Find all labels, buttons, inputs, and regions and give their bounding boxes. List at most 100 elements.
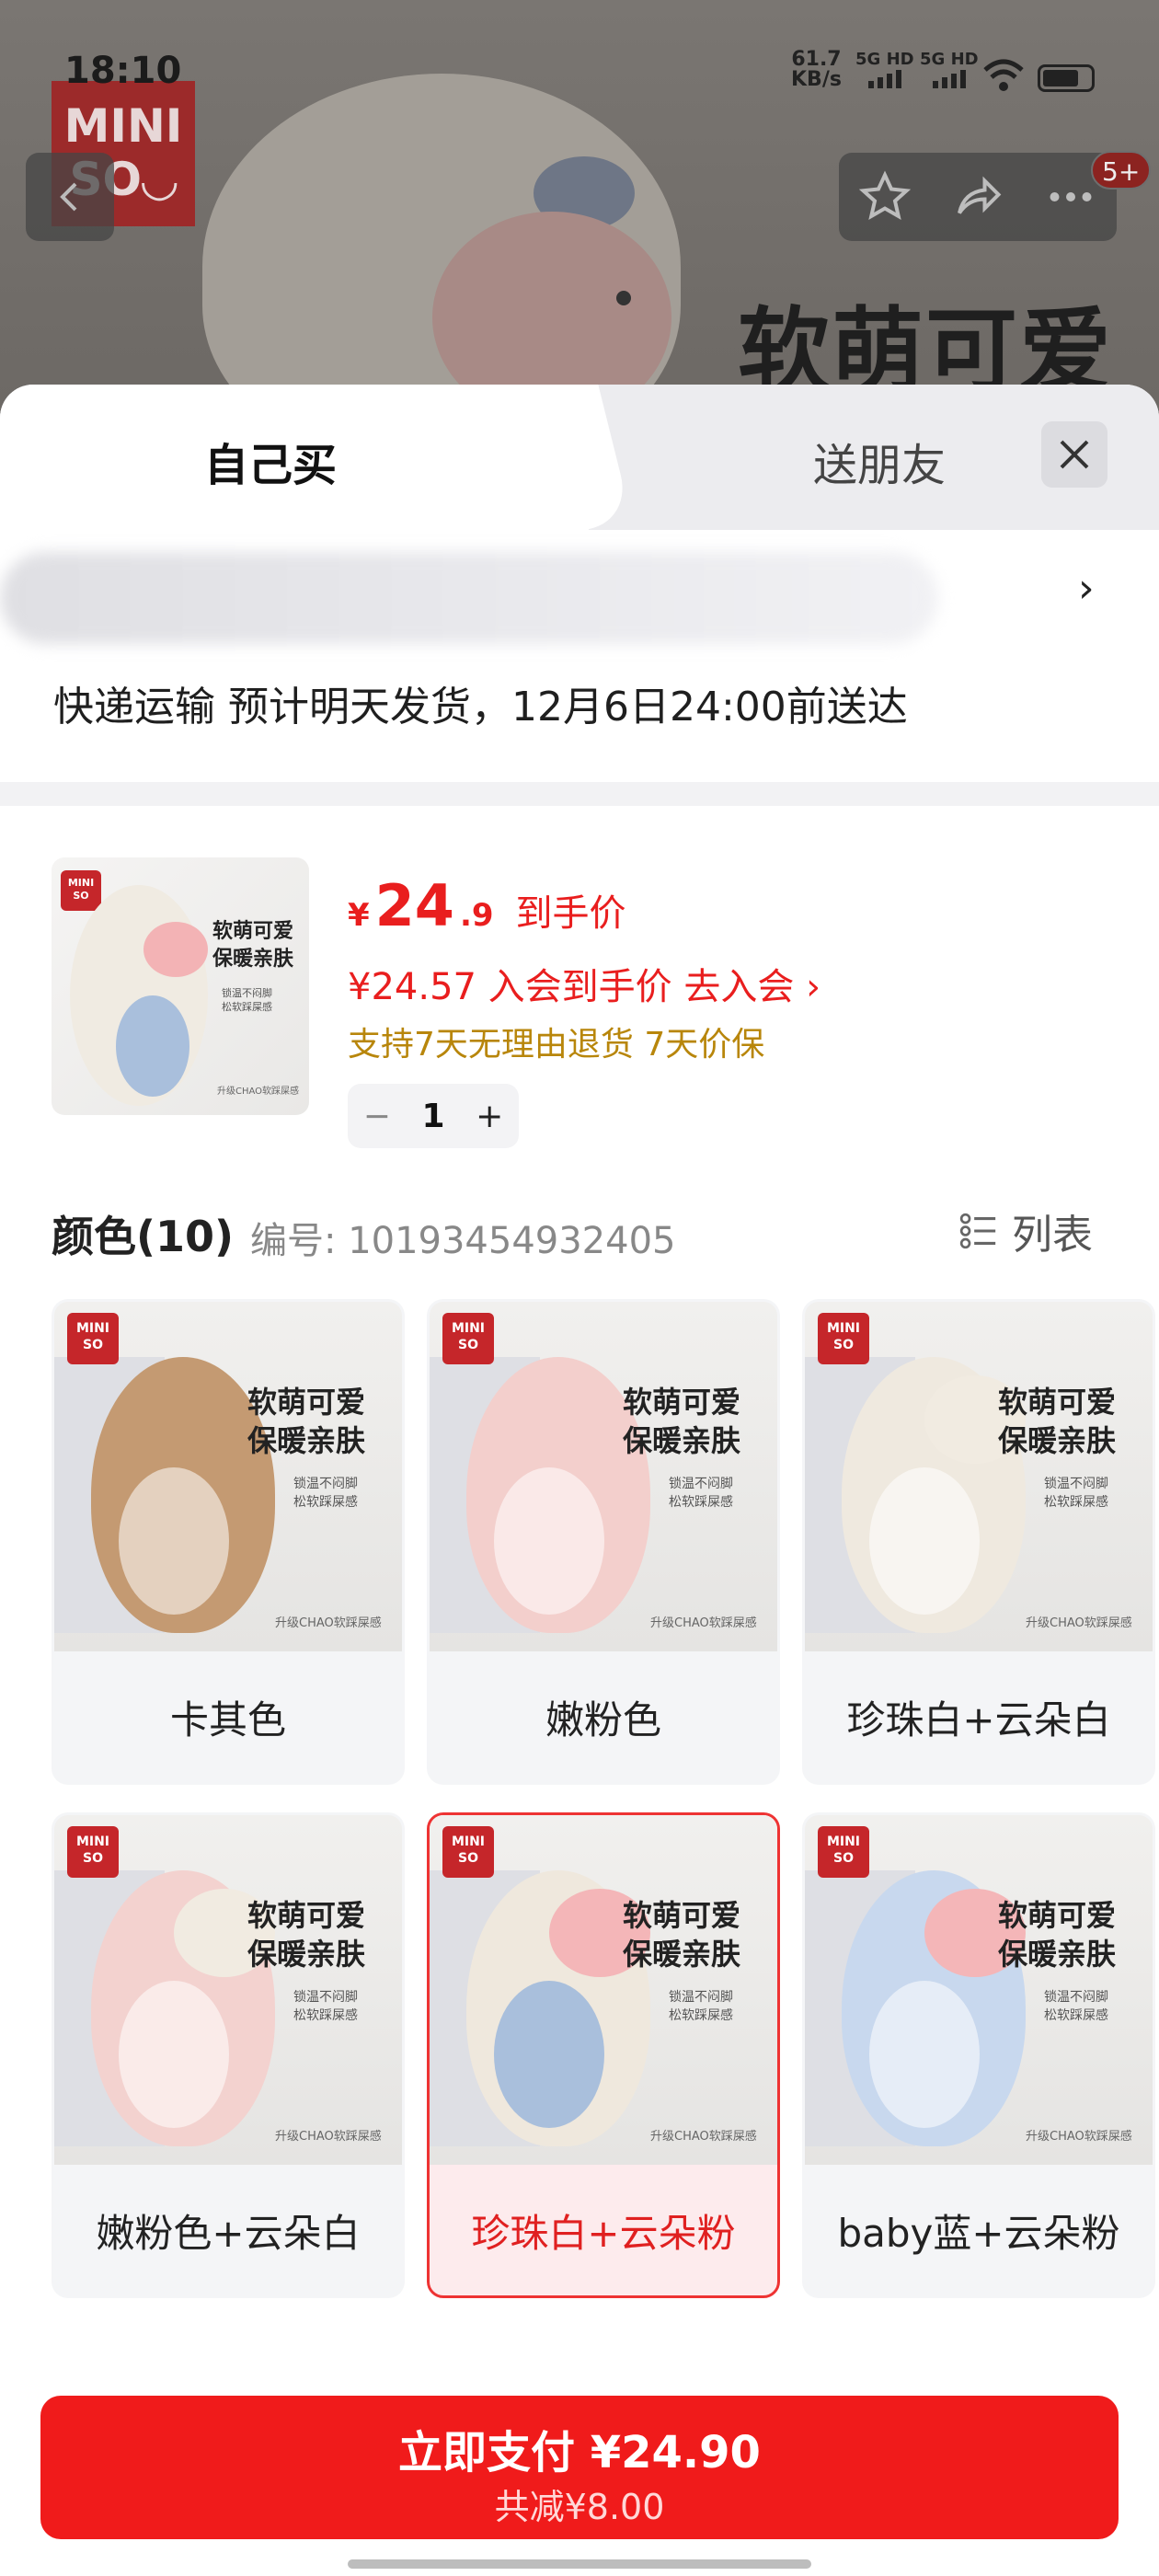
- color-option-card[interactable]: MINI SO 软萌可爱 保暖亲肤 锁温不闷脚 松软踩屎感 升级CHAO软踩屎感 baby蓝+…: [802, 1812, 1155, 2298]
- card-tagline-line: 保暖亲肤: [247, 1423, 366, 1458]
- thumbnail-footer: 升级CHAO软踩屎感: [217, 1087, 300, 1097]
- color-option-image: MINI SO 软萌可爱 保暖亲肤 锁温不闷脚 松软踩屎感 升级CHAO软踩屎感: [54, 1815, 402, 2165]
- card-footer-text: 升级CHAO软踩屎感: [275, 1616, 382, 1630]
- card-subtext: 锁温不闷脚松软踩屎感: [669, 1988, 733, 2025]
- slipper-lining: [869, 1981, 980, 2128]
- card-tagline-line: 软萌可爱: [623, 1898, 741, 1933]
- card-subtext: 锁温不闷脚 松软踩屎感: [1044, 1988, 1108, 2025]
- back-button[interactable]: [26, 153, 114, 241]
- home-indicator[interactable]: [348, 2559, 811, 2569]
- color-option-label: 嫩粉色: [545, 1696, 661, 1742]
- favorite-button[interactable]: [848, 160, 922, 234]
- status-bar: 18:10 61.7 KB/s 5G HD 5G HD: [0, 37, 1159, 110]
- color-option-image: MINI SO 软萌可爱保暖亲肤锁温不闷脚 松软踩屎感升级CHAO软踩屎感: [805, 1815, 1153, 2165]
- card-brand-logo: MINI SO: [442, 1313, 494, 1364]
- card-footer-text: 升级CHAO软踩屎感: [1026, 2130, 1132, 2144]
- card-brand-logo: MINI SO: [67, 1313, 119, 1364]
- card-tagline: 软萌可爱 保暖亲肤: [247, 1896, 365, 1973]
- close-icon: [1060, 440, 1089, 469]
- quantity-stepper: − 1 +: [348, 1084, 519, 1148]
- card-tagline-line: 软萌可爱: [998, 1898, 1117, 1933]
- sku-number: 编号: 10193454932405: [250, 1220, 676, 1262]
- chevron-left-icon: [60, 182, 77, 212]
- card-subtext: 锁温不闷脚 松软踩屎感: [293, 1475, 358, 1512]
- wifi-icon: [983, 59, 1024, 91]
- slipper-lining: [494, 1467, 604, 1615]
- card-brand-logo: MINI SO: [818, 1313, 869, 1364]
- color-option-image: MINI SO 软萌可爱 保暖亲肤锁温不闷脚 松软踩屎感升级CHAO软踩屎感: [54, 1302, 402, 1651]
- card-tagline: 软萌可爱 保暖亲肤: [623, 1383, 740, 1460]
- list-view-toggle[interactable]: 列表: [957, 1202, 1093, 1260]
- slipper-lining: [119, 1981, 229, 2128]
- card-subtext-line: 松软踩屎感: [293, 1495, 358, 1510]
- card-footer-text: 升级CHAO软踩屎感: [275, 2130, 382, 2144]
- card-tagline: 软萌可爱 保暖亲肤: [998, 1896, 1116, 1973]
- increase-button[interactable]: +: [476, 1098, 503, 1135]
- card-subtext-line: 锁温不闷脚: [1044, 1477, 1108, 1491]
- share-button[interactable]: [941, 160, 1015, 234]
- color-option-label: 嫩粉色+云朵白: [96, 2210, 361, 2256]
- thumbnail-logo: MINI SO: [61, 870, 101, 911]
- network-speed: 61.7 KB/s: [791, 48, 842, 91]
- card-subtext: 锁温不闷脚松软踩屎感: [1044, 1475, 1108, 1512]
- shipping-info: 快递运输 预计明天发货，12月6日24:00前送达: [53, 684, 908, 730]
- card-subtext-line: 锁温不闷脚: [669, 1477, 733, 1491]
- card-tagline: 软萌可爱 保暖亲肤: [247, 1383, 365, 1460]
- color-heading: 颜色(10): [52, 1212, 235, 1261]
- close-button[interactable]: [1041, 421, 1107, 488]
- member-price-link[interactable]: ¥24.57 入会到手价 去入会 ›: [348, 957, 820, 1010]
- card-subtext-line: 锁温不闷脚: [669, 1990, 733, 2005]
- product-thumbnail[interactable]: MINI SO 软萌可爱 保暖亲肤 锁温不闷脚 松软踩屎感 升级CHAO软踩屎感: [52, 857, 309, 1115]
- card-subtext-line: 松软踩屎感: [1044, 1495, 1108, 1510]
- card-subtext-line: 松软踩屎感: [669, 2008, 733, 2023]
- purchase-tabs: 自己买 送朋友: [0, 385, 1159, 530]
- decrease-button[interactable]: −: [363, 1098, 391, 1135]
- card-tagline-line: 软萌可爱: [623, 1385, 741, 1420]
- card-footer-text: 升级CHAO软踩屎感: [650, 1616, 757, 1630]
- card-tagline-line: 软萌可爱: [247, 1385, 366, 1420]
- color-option-card[interactable]: MINI SO 软萌可爱 保暖亲肤 锁温不闷脚 松软踩屎感 升级CHAO软踩屎感 珍珠白+云朵…: [802, 1299, 1155, 1785]
- tab-gift-to-friend[interactable]: 送朋友: [813, 429, 946, 493]
- section-divider: [0, 782, 1159, 806]
- address-selector[interactable]: ›: [0, 530, 1159, 659]
- card-tagline-line: 保暖亲肤: [247, 1937, 366, 1972]
- battery-icon: [1038, 64, 1095, 92]
- pay-now-button[interactable]: 立即支付 ¥24.90 共减¥8.00: [40, 2396, 1119, 2539]
- slipper-lining: [119, 1467, 229, 1615]
- card-tagline-line: 保暖亲肤: [998, 1937, 1117, 1972]
- pay-discount-label: 共减¥8.00: [494, 2487, 665, 2527]
- thumbnail-subtext: 锁温不闷脚 松软踩屎感: [222, 987, 272, 1013]
- list-icon: [959, 1213, 996, 1249]
- card-tagline-line: 软萌可爱: [998, 1385, 1117, 1420]
- color-option-image: MINI SO 软萌可爱 保暖亲肤锁温不闷脚 松软踩屎感升级CHAO软踩屎感: [430, 1302, 777, 1651]
- card-subtext: 锁温不闷脚 松软踩屎感: [293, 1988, 358, 2025]
- card-footer-text: 升级CHAO软踩屎感: [1026, 1616, 1132, 1630]
- purchase-sheet: 自己买 送朋友 › 快递运输 预计明天发货，12月6日24:00前送达 MINI…: [0, 385, 1159, 2576]
- card-tagline: 软萌可爱 保暖亲肤: [623, 1896, 740, 1973]
- card-tagline-line: 软萌可爱: [247, 1898, 366, 1933]
- card-brand-logo: MINI SO: [818, 1826, 869, 1878]
- notification-badge: 5+: [1091, 151, 1152, 190]
- card-subtext-line: 锁温不闷脚: [293, 1990, 358, 2005]
- top-actions: [839, 153, 1117, 241]
- color-option-card[interactable]: MINI SO 软萌可爱 保暖亲肤锁温不闷脚 松软踩屎感升级CHAO软踩屎感卡其色: [52, 1299, 405, 1785]
- color-option-card[interactable]: MINI SO 软萌可爱 保暖亲肤锁温不闷脚 松软踩屎感升级CHAO软踩屎感嫩粉色: [427, 1299, 780, 1785]
- color-option-card[interactable]: MINI SO 软萌可爱 保暖亲肤 锁温不闷脚 松软踩屎感 升级CHAO软踩屎感 嫩粉色+云朵…: [52, 1812, 405, 2298]
- slipper-lining: [869, 1467, 980, 1615]
- thumbnail-bear: [143, 922, 208, 977]
- color-option-label: 珍珠白+云朵粉: [471, 2210, 736, 2256]
- star-icon: [859, 170, 912, 221]
- sim1-label: 5G HD: [855, 50, 914, 69]
- card-subtext: 锁温不闷脚 松软踩屎感: [669, 1475, 733, 1512]
- tab-buy-for-self-label[interactable]: 自己买: [204, 429, 337, 493]
- backdrop-bear-eye: [616, 291, 631, 305]
- sim1-signal-icon: [868, 70, 901, 88]
- card-tagline-line: 保暖亲肤: [998, 1423, 1117, 1458]
- thumbnail-slipper-lining: [116, 995, 189, 1097]
- share-icon: [958, 176, 1002, 214]
- thumbnail-tagline: 软萌可爱 保暖亲肤: [212, 920, 294, 971]
- more-icon: [1050, 192, 1092, 201]
- color-option-label: 卡其色: [169, 1696, 286, 1742]
- color-option-card[interactable]: MINI SO 软萌可爱 保暖亲肤 锁温不闷脚 松软踩屎感 升级CHAO软踩屎感 珍珠白+云朵…: [427, 1812, 780, 2298]
- final-price: ¥ 24 .9 到手价: [348, 872, 626, 939]
